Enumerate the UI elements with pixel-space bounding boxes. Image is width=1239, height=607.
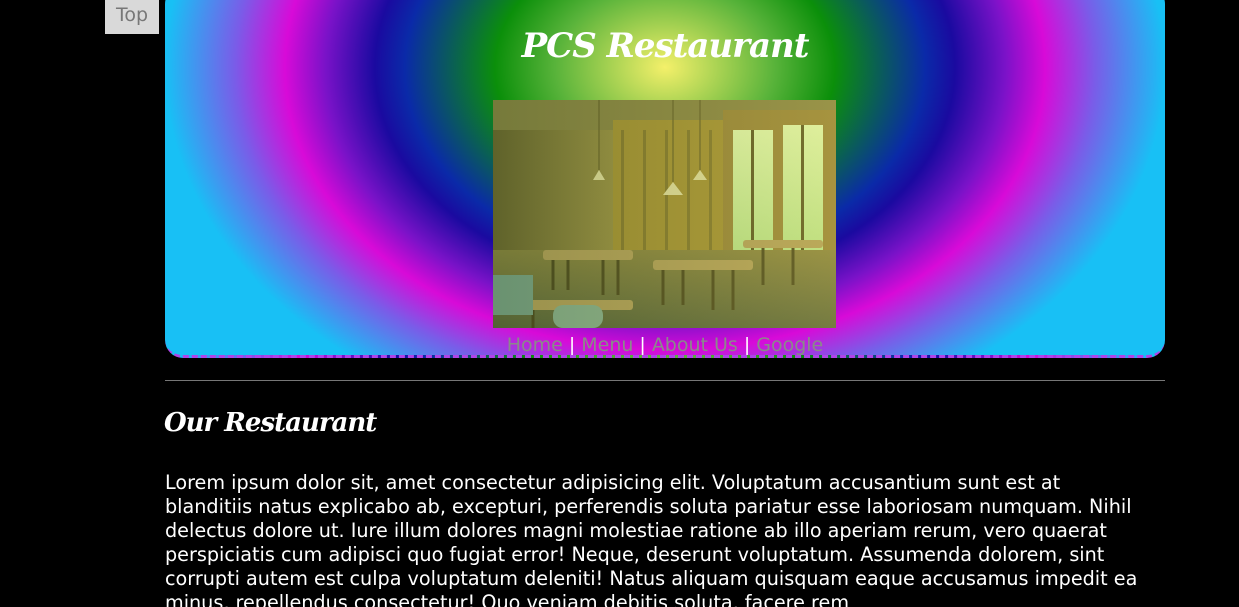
restaurant-image (493, 100, 836, 328)
site-title: PCS Restaurant (521, 26, 810, 66)
main-nav: Home | Menu | About Us | Google (165, 333, 1165, 356)
nav-link-google[interactable]: Google (756, 334, 823, 355)
nav-separator: | (743, 334, 751, 356)
nav-separator: | (639, 334, 646, 356)
nav-separator: | (568, 334, 576, 356)
section-paragraph: Lorem ipsum dolor sit, amet consectetur … (165, 471, 1138, 607)
nav-link-menu[interactable]: Menu (581, 334, 633, 355)
section-title: Our Restaurant (164, 408, 377, 438)
site-header: PCS Restaurant Home | Menu | About Us | … (165, 0, 1165, 358)
divider (165, 380, 1165, 381)
nav-link-home[interactable]: Home (507, 334, 563, 355)
top-button[interactable]: Top (105, 0, 159, 34)
nav-link-about-us[interactable]: About Us (652, 334, 738, 355)
